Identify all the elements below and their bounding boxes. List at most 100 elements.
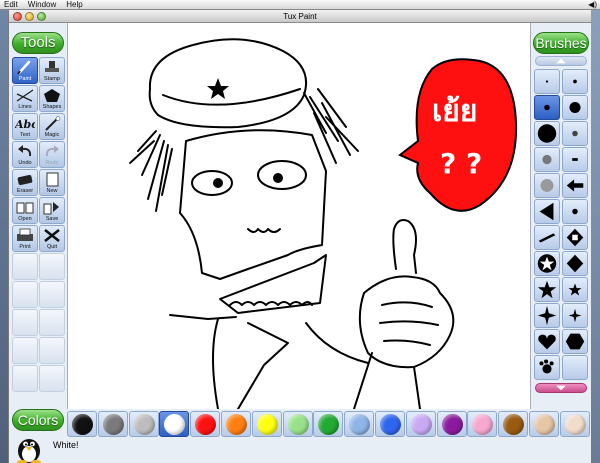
color-dot	[503, 414, 525, 435]
brush-diagonal[interactable]	[534, 225, 560, 250]
tool-label: Open	[18, 216, 32, 222]
empty-tool-slot	[12, 309, 38, 336]
color-dot	[472, 414, 494, 435]
tools-panel: Tools Paint Stamp Lines Shapes Abc Text …	[9, 23, 67, 409]
tool-quit[interactable]: Quit	[39, 225, 65, 252]
zoom-button[interactable]	[37, 12, 46, 21]
brush-scroll-down[interactable]	[535, 383, 587, 393]
tool-label: Text	[19, 132, 31, 138]
color-swatch[interactable]	[221, 411, 251, 437]
quit-icon	[44, 228, 60, 243]
arrow-down-icon	[556, 385, 566, 391]
color-swatch[interactable]	[405, 411, 436, 437]
menu-bar: Edit Window Help ◀)	[0, 0, 600, 10]
brush-paw[interactable]	[534, 355, 560, 380]
tool-lines[interactable]: Lines	[12, 85, 38, 112]
tool-eraser[interactable]: Eraser	[12, 169, 38, 196]
text-icon: Abc	[15, 118, 35, 131]
lines-icon	[16, 89, 34, 102]
close-button[interactable]	[13, 12, 22, 21]
empty-tool-slot	[39, 337, 65, 364]
status-message: White!	[53, 440, 79, 450]
color-swatch[interactable]	[159, 411, 190, 437]
tool-redo[interactable]: Redo	[39, 141, 65, 168]
brush-heart[interactable]	[534, 329, 560, 354]
brush-medium-dot[interactable]	[534, 95, 560, 120]
empty-tool-slot	[12, 253, 38, 280]
title-bar: Tux Paint	[9, 10, 591, 23]
brush-dot-small[interactable]	[562, 199, 588, 224]
color-swatch[interactable]	[529, 411, 559, 437]
brush-soft-large[interactable]	[534, 173, 560, 198]
color-swatch[interactable]	[313, 411, 344, 437]
tool-magic[interactable]: Magic	[39, 113, 65, 140]
color-swatch[interactable]	[97, 411, 128, 437]
brush-fuzzy-dot[interactable]	[534, 147, 560, 172]
color-swatch[interactable]	[498, 411, 529, 437]
brush-diamond[interactable]	[562, 225, 588, 250]
menu-edit[interactable]: Edit	[4, 0, 18, 9]
color-swatch[interactable]	[67, 411, 97, 437]
color-dot	[195, 414, 217, 435]
brush-arrow-left[interactable]	[562, 173, 588, 198]
brush-small-dot[interactable]	[562, 69, 588, 94]
save-icon	[43, 202, 59, 215]
brush-soft-dot[interactable]	[562, 121, 588, 146]
tool-label: Save	[45, 216, 59, 222]
minimize-button[interactable]	[25, 12, 34, 21]
brush-star-circle[interactable]	[534, 251, 560, 276]
brush-large-dot[interactable]	[562, 95, 588, 120]
tool-open[interactable]: Open	[12, 197, 38, 224]
brush-diamond-solid[interactable]	[562, 251, 588, 276]
tool-paint[interactable]: Paint	[12, 57, 38, 84]
color-swatch[interactable]	[344, 411, 375, 437]
brush-star-small[interactable]	[562, 277, 588, 302]
drawing-canvas[interactable]: เย้ย ? ?	[67, 23, 531, 409]
tool-new[interactable]: New	[39, 169, 65, 196]
color-swatch[interactable]	[375, 411, 405, 437]
tool-undo[interactable]: Undo	[12, 141, 38, 168]
volume-icon[interactable]: ◀)	[588, 0, 597, 10]
eraser-icon	[17, 175, 33, 185]
color-swatch[interactable]	[251, 411, 282, 437]
color-swatch[interactable]	[128, 411, 159, 437]
empty-tool-slot	[12, 365, 38, 392]
color-swatch[interactable]	[282, 411, 313, 437]
brush-triangle[interactable]	[534, 199, 560, 224]
menu-window[interactable]: Window	[28, 0, 56, 9]
brush-huge-dot[interactable]	[534, 121, 560, 146]
color-swatch[interactable]	[190, 411, 221, 437]
tool-label: Redo	[45, 160, 59, 166]
empty-tool-slot	[39, 253, 65, 280]
tool-stamp[interactable]: Stamp	[39, 57, 65, 84]
brush-sparkle-small[interactable]	[562, 303, 588, 328]
brush-blank[interactable]	[562, 355, 588, 380]
color-swatch[interactable]	[559, 411, 590, 437]
brush-tiny-dot[interactable]	[534, 69, 560, 94]
tool-shapes[interactable]: Shapes	[39, 85, 65, 112]
sparkle-icon	[537, 305, 557, 326]
menu-help[interactable]: Help	[66, 0, 82, 9]
color-swatch[interactable]	[467, 411, 498, 437]
color-dot	[410, 414, 432, 435]
tool-label: New	[46, 188, 58, 194]
color-dot	[226, 414, 247, 435]
hexagon-icon	[565, 333, 585, 350]
brush-sparkle[interactable]	[534, 303, 560, 328]
brush-scroll-up[interactable]	[535, 56, 587, 66]
tool-label: Paint	[18, 76, 32, 82]
brush-star[interactable]	[534, 277, 560, 302]
tool-save[interactable]: Save	[39, 197, 65, 224]
brush-hexagon[interactable]	[562, 329, 588, 354]
tool-label: Shapes	[42, 104, 62, 110]
tux-penguin-icon	[17, 439, 41, 463]
tool-text[interactable]: Abc Text	[12, 113, 38, 140]
color-dot	[380, 414, 401, 435]
printer-icon	[17, 228, 33, 241]
colors-bar: Colors White!	[9, 409, 591, 463]
color-swatch[interactable]	[436, 411, 467, 437]
brush-dash[interactable]	[562, 147, 588, 172]
tool-print[interactable]: Print	[12, 225, 38, 252]
empty-tool-slot	[39, 281, 65, 308]
color-dot	[256, 414, 278, 435]
